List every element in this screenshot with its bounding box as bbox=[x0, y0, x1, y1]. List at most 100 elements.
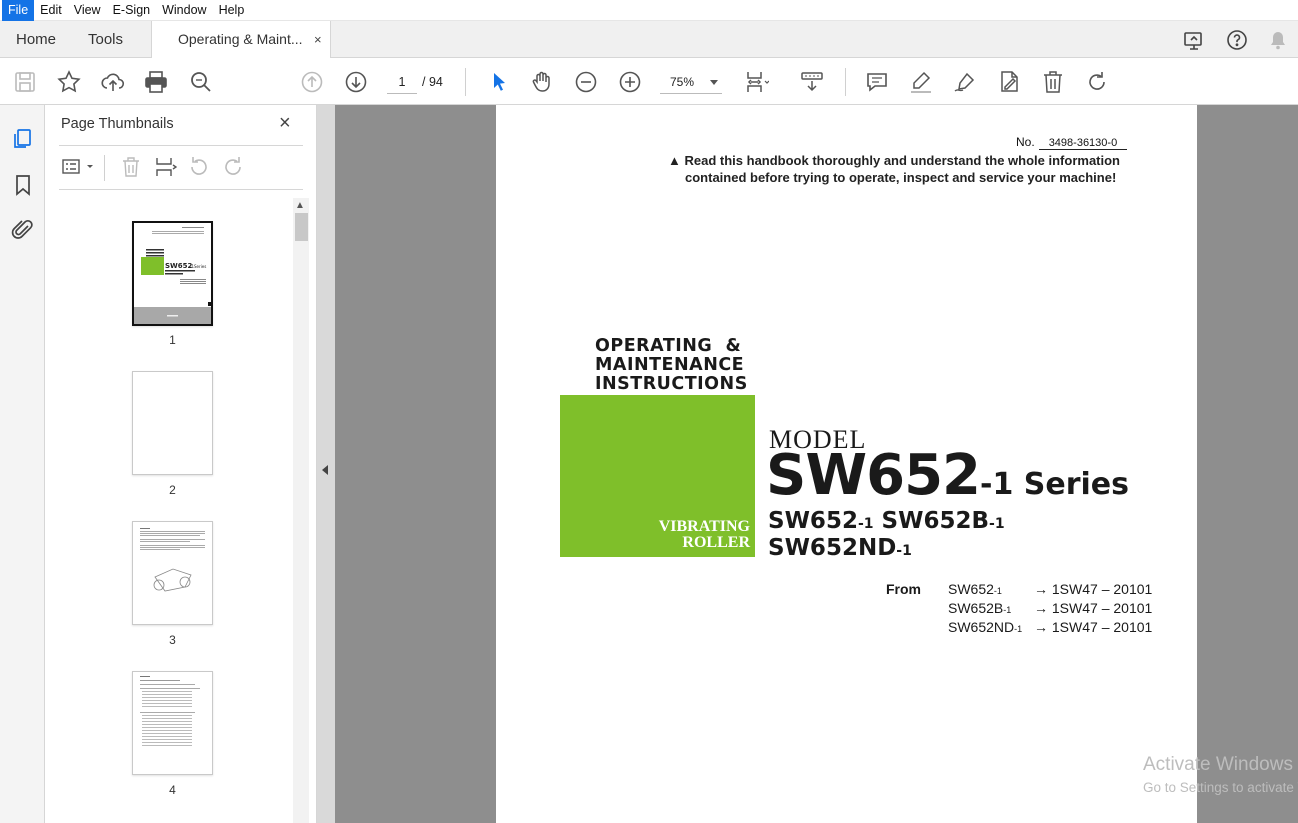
document-number-label: No. bbox=[1016, 135, 1035, 149]
heading-line-2: MAINTENANCE bbox=[595, 355, 745, 375]
scroll-mode-icon[interactable] bbox=[799, 69, 825, 95]
page-thumbnail-3[interactable] bbox=[132, 521, 213, 625]
pdf-page: No. 3498-36130-0 ▲ Read this handbook tho… bbox=[496, 105, 1197, 823]
rotate-clockwise-icon[interactable] bbox=[221, 155, 245, 179]
previous-page-icon[interactable] bbox=[299, 69, 325, 95]
find-zoom-icon[interactable] bbox=[188, 69, 214, 95]
save-icon[interactable] bbox=[12, 69, 38, 95]
model-title-suffix: -1 Series bbox=[980, 467, 1130, 502]
tab-close-icon[interactable]: × bbox=[314, 21, 322, 58]
variant-b: SW652B bbox=[881, 508, 990, 534]
thumbnail-label: 2 bbox=[169, 483, 176, 497]
comment-icon[interactable] bbox=[864, 69, 890, 95]
menu-esign[interactable]: E-Sign bbox=[107, 0, 157, 21]
serial-model: SW652ND bbox=[948, 619, 1015, 635]
menu-help[interactable]: Help bbox=[213, 0, 251, 21]
sign-pen-icon[interactable] bbox=[952, 69, 978, 95]
edit-pdf-icon[interactable] bbox=[996, 69, 1022, 95]
thumbnail-options-icon[interactable] bbox=[61, 155, 97, 179]
warning-line-1: Read this handbook thoroughly and unders… bbox=[684, 153, 1121, 168]
rotate-icon[interactable] bbox=[1084, 69, 1110, 95]
bookmarks-icon[interactable] bbox=[11, 173, 35, 197]
page-thumbnails-icon[interactable] bbox=[11, 127, 35, 151]
serial-number: → 1SW47 – 20101 bbox=[1034, 600, 1153, 616]
thumbnail-label: 3 bbox=[169, 633, 176, 647]
panel-close-icon[interactable]: × bbox=[279, 113, 291, 133]
activation-watermark-subtitle: Go to Settings to activate Windows. bbox=[1143, 780, 1298, 795]
document-number: No. 3498-36130-0 bbox=[1016, 135, 1128, 150]
page-thumbnail-2[interactable] bbox=[132, 371, 213, 475]
help-icon[interactable] bbox=[1226, 29, 1248, 51]
bookmark-star-icon[interactable] bbox=[56, 69, 82, 95]
scroll-up-icon[interactable]: ▲ bbox=[295, 200, 305, 211]
select-cursor-icon[interactable] bbox=[486, 69, 512, 95]
svg-text:-1Series: -1Series bbox=[190, 264, 206, 269]
heading-line-1: OPERATING & bbox=[595, 336, 742, 356]
thumbnail-label: 4 bbox=[169, 783, 176, 797]
warning-notice: ▲ Read this handbook thoroughly and unde… bbox=[668, 153, 1138, 186]
serial-model-suffix: -1 bbox=[1003, 605, 1012, 615]
thumbnail-label: 1 bbox=[169, 333, 176, 347]
panel-divider bbox=[59, 145, 303, 146]
delete-page-icon[interactable] bbox=[119, 155, 143, 179]
chevron-down-icon bbox=[710, 80, 718, 85]
panel-title: Page Thumbnails bbox=[61, 116, 174, 132]
document-number-value: 3498-36130-0 bbox=[1038, 137, 1128, 150]
tab-tools[interactable]: Tools bbox=[88, 21, 123, 58]
svg-text:SW652: SW652 bbox=[165, 262, 193, 270]
thumbnail-1-preview: SW652 -1Series bbox=[134, 223, 212, 324]
menu-bar: File Edit View E-Sign Window Help bbox=[0, 0, 1298, 21]
zoom-level-value: 75% bbox=[670, 75, 695, 89]
zoom-level-select[interactable]: 75% bbox=[660, 70, 722, 94]
model-variants-row-2: SW652ND-1 bbox=[768, 535, 912, 561]
serial-model: SW652B bbox=[948, 600, 1004, 616]
highlight-pen-icon[interactable] bbox=[908, 69, 934, 95]
panel-toolbar-divider bbox=[104, 155, 105, 181]
serial-list: SW652-1 → 1SW47 – 20101 SW652B-1 → 1SW47 –… bbox=[948, 581, 1152, 638]
collapse-panel-arrow-icon[interactable] bbox=[322, 465, 328, 475]
upload-cloud-icon[interactable] bbox=[100, 69, 126, 95]
heading-line-3: INSTRUCTIONS bbox=[595, 374, 748, 394]
toolbar-divider bbox=[465, 68, 466, 96]
thumbnail-scrollbar[interactable] bbox=[293, 198, 309, 823]
share-screen-icon[interactable] bbox=[1183, 29, 1205, 51]
product-type-line-2: ROLLER bbox=[682, 534, 750, 551]
zoom-out-icon[interactable] bbox=[573, 69, 599, 95]
main-toolbar: 1 / 94 75% bbox=[0, 58, 1298, 105]
menu-file[interactable]: File bbox=[2, 0, 35, 21]
menu-edit[interactable]: Edit bbox=[34, 0, 68, 21]
serial-row: SW652B-1 → 1SW47 – 20101 bbox=[948, 600, 1152, 619]
cover-green-block: VIBRATING ROLLER bbox=[560, 395, 755, 557]
attachments-paperclip-icon[interactable] bbox=[11, 218, 35, 242]
panel-divider bbox=[59, 189, 303, 190]
page-thumbnail-1[interactable]: SW652 -1Series bbox=[132, 221, 213, 326]
product-type-line-1: VIBRATING bbox=[658, 518, 750, 535]
page-number-input[interactable]: 1 bbox=[387, 70, 417, 94]
hand-tool-icon[interactable] bbox=[529, 69, 555, 95]
page-count: / 94 bbox=[422, 75, 443, 89]
tab-home[interactable]: Home bbox=[16, 21, 56, 58]
model-title-main: SW652 bbox=[766, 443, 981, 508]
manual-heading: OPERATING & MAINTENANCE INSTRUCTIONS bbox=[595, 337, 748, 394]
tab-document[interactable]: Operating & Maint... × bbox=[151, 21, 331, 59]
notification-bell-icon[interactable] bbox=[1267, 29, 1289, 51]
warning-line-2: contained before trying to operate, insp… bbox=[685, 169, 1117, 185]
next-page-icon[interactable] bbox=[343, 69, 369, 95]
insert-page-icon[interactable] bbox=[153, 155, 178, 179]
variant-a-suffix: -1 bbox=[857, 516, 874, 532]
page-thumbnail-4[interactable] bbox=[132, 671, 213, 775]
serial-number: → 1SW47 – 20101 bbox=[1034, 619, 1153, 635]
tab-bar: Home Tools Operating & Maint... × bbox=[0, 21, 1298, 59]
zoom-in-icon[interactable] bbox=[617, 69, 643, 95]
scrollbar-thumb[interactable] bbox=[295, 213, 308, 241]
delete-trash-icon[interactable] bbox=[1040, 69, 1066, 95]
menu-view[interactable]: View bbox=[68, 0, 107, 21]
tab-document-label: Operating & Maint... bbox=[178, 31, 303, 47]
print-icon[interactable] bbox=[143, 69, 169, 95]
navigation-rail bbox=[0, 105, 45, 823]
rotate-counterclockwise-icon[interactable] bbox=[187, 155, 211, 179]
variant-c-suffix: -1 bbox=[896, 543, 912, 559]
menu-window[interactable]: Window bbox=[156, 0, 212, 21]
fit-page-icon[interactable] bbox=[743, 69, 770, 95]
panel-collapse-bar[interactable] bbox=[317, 105, 335, 823]
